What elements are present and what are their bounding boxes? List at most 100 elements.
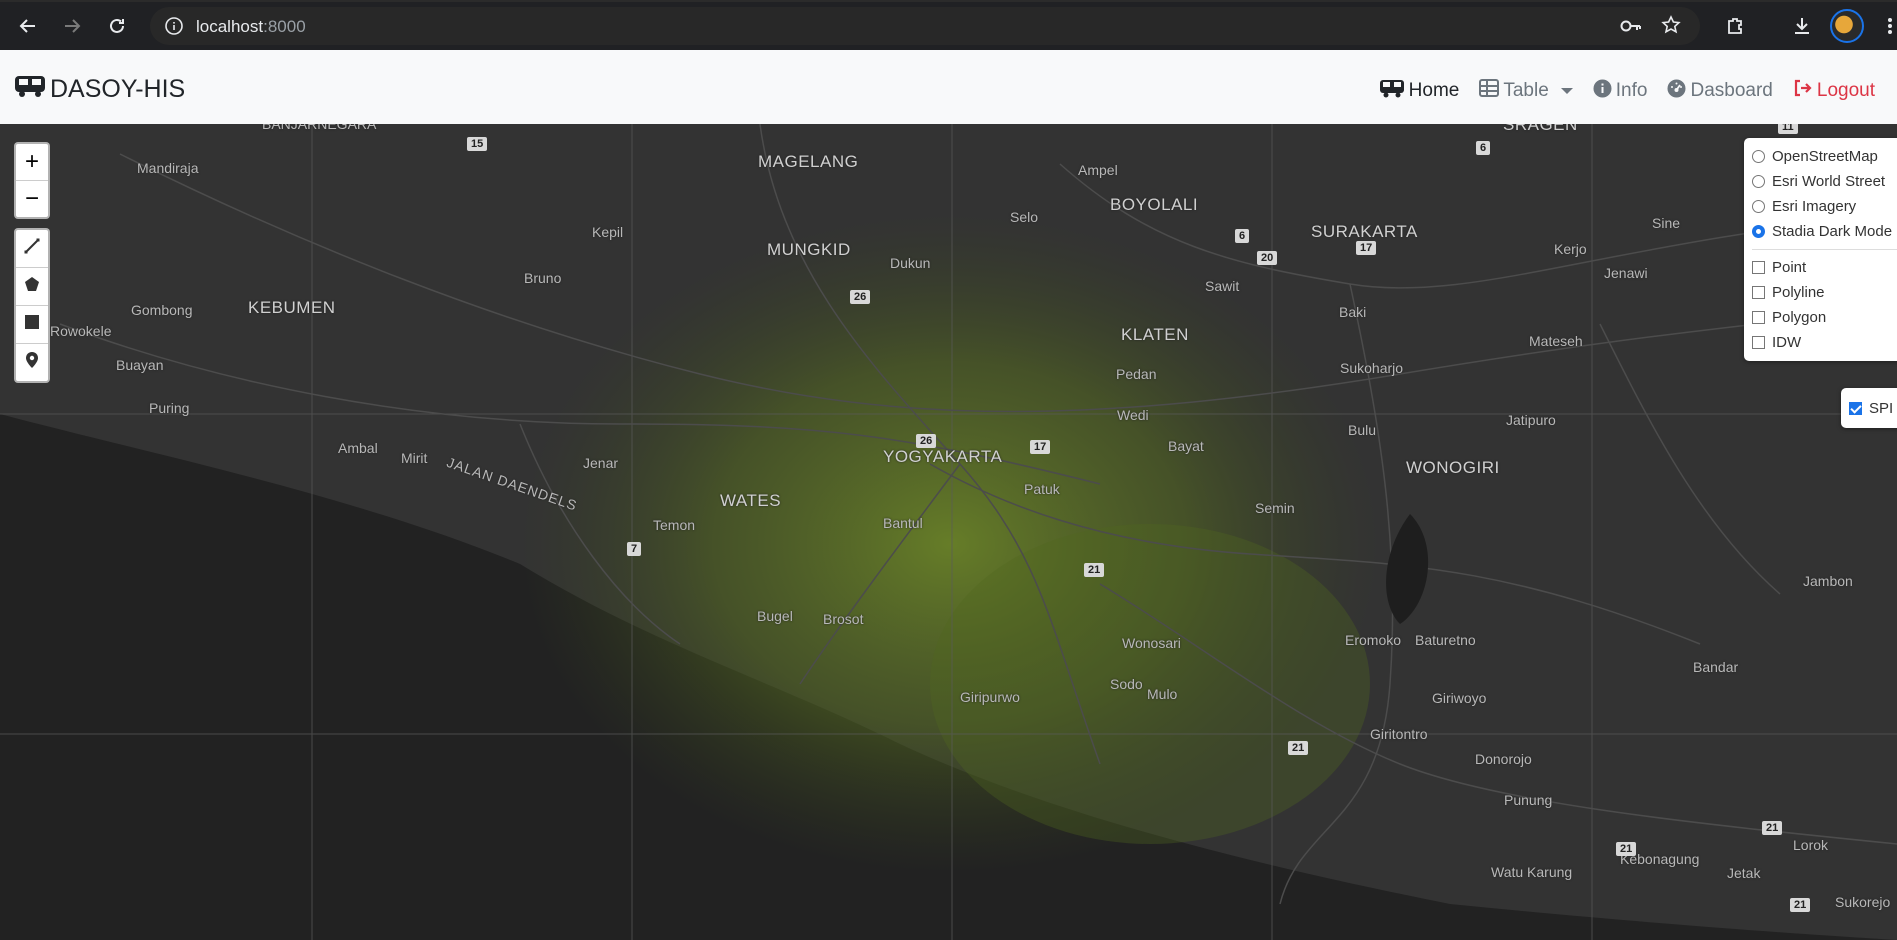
place-label: Jenar [583, 455, 619, 471]
place-label: Jambon [1803, 573, 1853, 589]
base-layer-option[interactable]: Stadia Dark Mode [1752, 219, 1897, 244]
back-icon[interactable] [16, 14, 40, 38]
home-icon [1379, 78, 1405, 104]
nav-info-label: Info [1615, 80, 1648, 101]
place-label: Eromoko [1345, 632, 1402, 648]
zoom-out-button[interactable]: − [16, 181, 48, 217]
brand[interactable]: DASOY-HIS [14, 74, 185, 105]
place-label: Sawit [1205, 278, 1240, 294]
radio-button[interactable] [1752, 200, 1765, 213]
base-layer-option[interactable]: Esri World Street [1752, 169, 1897, 194]
route-shield: 17 [1356, 241, 1377, 255]
route-shield: 21 [1288, 741, 1309, 755]
place-label: Giriwoyo [1432, 690, 1487, 706]
place-label: Baturetno [1415, 632, 1476, 648]
profile-avatar[interactable] [1830, 9, 1864, 43]
nav-logout[interactable]: Logout [1793, 78, 1875, 104]
place-label: Jetak [1727, 865, 1761, 881]
nav-table-dropdown[interactable]: Table [1479, 78, 1573, 104]
route-shield: 6 [1235, 229, 1250, 243]
place-label: MAGELANG [758, 152, 859, 171]
overlay-option[interactable]: Polyline [1752, 280, 1897, 305]
radio-button[interactable] [1752, 150, 1765, 163]
place-label: Mulo [1147, 686, 1178, 702]
place-label: Kepil [592, 224, 624, 240]
checkbox[interactable] [1752, 286, 1765, 299]
polygon-icon [24, 276, 40, 297]
place-label: Brosot [823, 611, 864, 627]
place-label: SRAGEN [1503, 124, 1578, 134]
nav-info[interactable]: Info [1593, 78, 1648, 104]
downloads-icon[interactable] [1790, 14, 1814, 38]
site-info-icon[interactable] [164, 16, 184, 41]
radio-button-selected[interactable] [1752, 225, 1765, 238]
route-shield: 21 [1790, 898, 1811, 912]
place-label: Mirit [401, 450, 428, 466]
bookmark-star-icon[interactable] [1661, 15, 1681, 40]
forward-icon[interactable] [60, 14, 84, 38]
draw-marker-button[interactable] [16, 344, 48, 381]
url-text: localhost:8000 [196, 17, 306, 36]
place-label: WONOGIRI [1406, 458, 1500, 477]
zoom-in-button[interactable]: + [16, 144, 48, 181]
place-label: Lorok [1793, 837, 1829, 853]
checkbox[interactable] [1752, 336, 1765, 349]
place-label: Mateseh [1529, 333, 1583, 349]
address-bar[interactable]: localhost:8000 [150, 7, 1700, 45]
place-label: Sine [1652, 215, 1681, 231]
overlay-option[interactable]: Polygon [1752, 305, 1897, 330]
route-shield: 11 [1778, 124, 1798, 134]
password-key-icon[interactable] [1620, 17, 1642, 40]
browser-toolbar: localhost:8000 [0, 0, 1897, 50]
checkbox[interactable] [1752, 311, 1765, 324]
brand-name: DASOY-HIS [50, 75, 186, 103]
chevron-down-icon [1560, 88, 1573, 94]
map-base-layer [0, 124, 1897, 940]
overlay-label: Point [1772, 259, 1807, 276]
menu-dots-icon[interactable] [1878, 14, 1897, 38]
info-icon [1593, 79, 1612, 104]
spi-layer-toggle[interactable]: SPI [1841, 388, 1897, 428]
place-label: BANJARNEGARA [262, 124, 377, 132]
base-layer-option[interactable]: Esri Imagery [1752, 194, 1897, 219]
place-label: BOYOLALI [1110, 195, 1199, 214]
checkbox-checked[interactable] [1849, 401, 1862, 415]
extensions-icon[interactable] [1723, 14, 1747, 38]
layers-control: OpenStreetMap Esri World Street Esri Ima… [1744, 138, 1897, 361]
route-shield: 21 [1616, 842, 1637, 856]
draw-polygon-button[interactable] [16, 268, 48, 306]
bus-icon [14, 74, 46, 105]
place-label: Gombong [131, 302, 193, 318]
place-label: Patuk [1024, 481, 1060, 497]
draw-rectangle-button[interactable] [16, 306, 48, 344]
overlay-option[interactable]: Point [1752, 255, 1897, 280]
overlay-label: Polyline [1772, 284, 1825, 301]
place-label: MUNGKID [767, 240, 851, 259]
logout-icon [1793, 79, 1813, 103]
draw-toolbar [14, 228, 50, 383]
place-label: Giritontro [1370, 726, 1428, 742]
radio-button[interactable] [1752, 175, 1765, 188]
base-layer-option[interactable]: OpenStreetMap [1752, 144, 1897, 169]
place-label: Punung [1504, 792, 1553, 808]
place-label: YOGYAKARTA [883, 447, 1003, 466]
map-canvas[interactable]: BANJARNEGARA Mandiraja MAGELANG Ampel SR… [0, 124, 1897, 940]
draw-polyline-button[interactable] [16, 230, 48, 268]
place-label: Buayan [116, 357, 164, 373]
nav-home[interactable]: Home [1379, 78, 1460, 104]
place-label: Dukun [890, 255, 931, 271]
place-label: Ambal [338, 440, 378, 456]
place-label: Selo [1010, 209, 1039, 225]
reload-icon[interactable] [105, 14, 129, 38]
spi-label: SPI [1869, 399, 1894, 417]
checkbox[interactable] [1752, 261, 1765, 274]
place-label: Bandar [1693, 659, 1739, 675]
overlay-option[interactable]: IDW [1752, 330, 1897, 355]
place-label: Rowokele [50, 323, 112, 339]
place-label: Bayat [1168, 438, 1204, 454]
nav-home-label: Home [1408, 80, 1460, 101]
route-shield: 7 [627, 542, 642, 556]
place-label: KEBUMEN [248, 298, 336, 317]
place-label: Ampel [1078, 162, 1118, 178]
nav-dashboard[interactable]: Dasboard [1667, 78, 1773, 104]
